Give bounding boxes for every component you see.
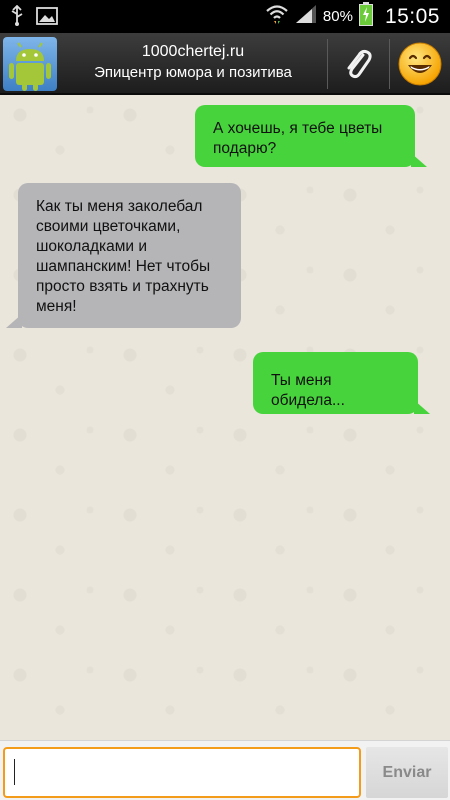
status-bar: 80% 15:05 <box>0 0 450 33</box>
text-cursor <box>14 759 15 785</box>
smiley-icon <box>398 42 442 86</box>
bubble-tail <box>414 400 430 414</box>
image-icon <box>36 7 58 30</box>
chat-subtitle: Эпицентр юмора и позитива <box>94 64 292 81</box>
message-text: Как ты меня заколебал своими цветочками,… <box>36 198 211 315</box>
message-input[interactable] <box>3 747 361 798</box>
bubble-tail <box>411 153 427 167</box>
battery-percent: 80% <box>322 8 353 25</box>
battery-icon <box>358 2 373 31</box>
bubble-tail <box>6 314 22 328</box>
emoji-button[interactable] <box>390 33 450 95</box>
message-text: А хочешь, я тебе цветы подарю? <box>213 120 383 157</box>
paperclip-icon <box>347 49 372 79</box>
message-text: Ты меня обидела... <box>271 372 345 409</box>
chat-title: 1000chertej.ru <box>141 43 245 60</box>
android-icon <box>9 42 51 91</box>
message-input-bar: Enviar <box>0 740 450 800</box>
message-outgoing[interactable]: Ты меня обидела... <box>253 352 430 414</box>
message-incoming[interactable]: Как ты меня заколебал своими цветочками,… <box>6 183 241 328</box>
send-button[interactable]: Enviar <box>366 747 448 798</box>
clock: 15:05 <box>384 4 440 28</box>
chat-header: 1000chertej.ru Эпицентр юмора и позитива <box>0 33 450 95</box>
signal-icon <box>295 4 317 29</box>
chat-area[interactable]: А хочешь, я тебе цветы подарю? Как ты ме… <box>0 95 450 740</box>
chat-title-block[interactable]: 1000chertej.ru Эпицентр юмора и позитива <box>62 41 324 83</box>
message-outgoing[interactable]: А хочешь, я тебе цветы подарю? <box>195 105 427 167</box>
attach-button[interactable] <box>328 33 388 95</box>
avatar[interactable] <box>3 37 57 91</box>
wifi-icon <box>265 3 289 30</box>
usb-icon <box>10 4 24 32</box>
